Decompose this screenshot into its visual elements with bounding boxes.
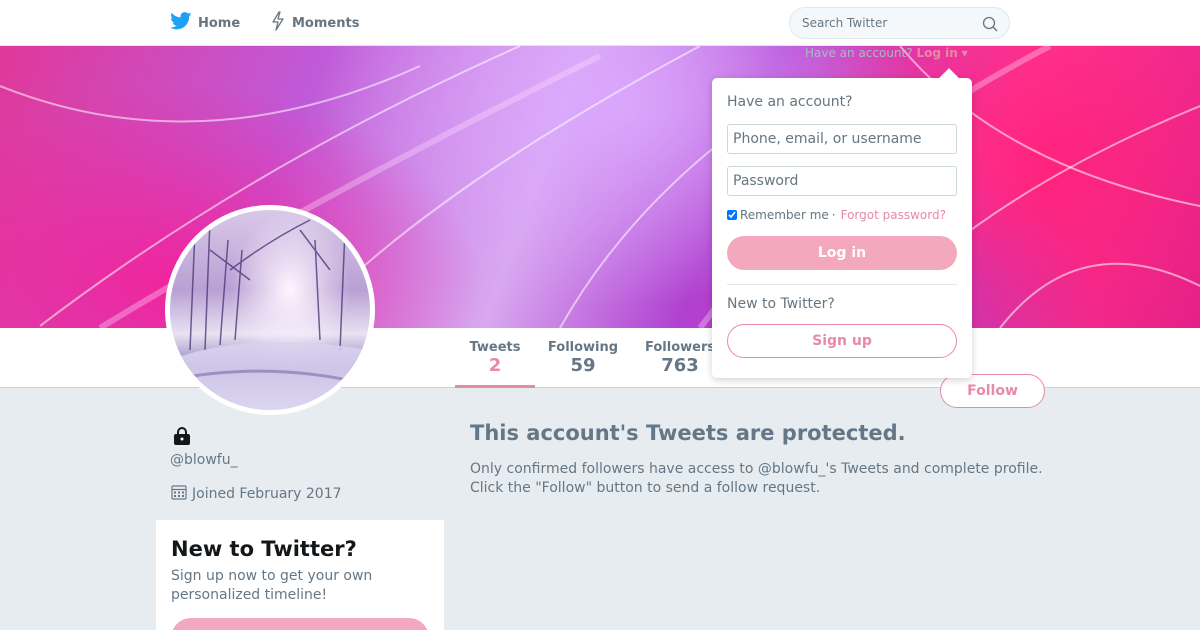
username-field[interactable] [727,124,957,154]
avatar-image [170,210,370,410]
signup-card: New to Twitter? Sign up now to get your … [156,520,444,630]
protected-line-1: Only confirmed followers have access to … [470,461,1043,477]
login-dropdown: Have an account? Remember me · Forgot pa… [712,68,972,378]
stat-following[interactable]: Following 59 [545,340,621,377]
chevron-down-icon: ▾ [961,46,968,60]
search-icon[interactable] [982,16,998,36]
signup-button[interactable]: Sign up [727,324,957,358]
stat-value: 2 [488,355,502,376]
search-box [789,7,1010,39]
stat-followers[interactable]: Followers 763 [645,340,715,377]
separator: · [831,208,836,222]
search-input[interactable] [790,8,970,38]
signup-card-text: Sign up now to get your own personalized… [171,568,373,603]
joined-date: Joined February 2017 [171,484,342,504]
remember-label[interactable]: Remember me [740,208,829,222]
protected-title: This account's Tweets are protected. [470,421,906,445]
lock-icon [172,427,192,449]
password-field[interactable] [727,166,957,196]
new-to-twitter-label: New to Twitter? [727,296,835,312]
joined-text: Joined February 2017 [192,486,342,502]
login-heading: Have an account? [727,94,853,110]
stat-value: 59 [570,355,596,376]
nav-moments-label: Moments [292,15,360,31]
lightning-icon [270,11,286,35]
profile-handle[interactable]: @blowfu_ [170,452,238,468]
signup-card-button[interactable] [171,618,429,630]
nav-moments[interactable]: Moments [270,0,359,46]
login-button[interactable]: Log in [727,236,957,270]
login-toggle[interactable]: Have an account? Log in ▾ [805,46,968,60]
stat-label: Following [547,340,619,355]
protected-line-2: Click the "Follow" button to send a foll… [470,480,821,496]
login-toggle-prompt: Have an account? [805,46,913,60]
login-toggle-link[interactable]: Log in [916,46,957,60]
nav-home-label: Home [198,15,241,31]
top-nav: Home Moments [0,0,1200,46]
avatar[interactable] [165,205,375,415]
stat-tweets[interactable]: Tweets 2 [455,340,535,388]
divider [727,284,957,285]
calendar-icon [171,484,187,504]
remember-row: Remember me · Forgot password? [727,208,946,222]
follow-button[interactable]: Follow [940,374,1045,408]
forgot-password-link[interactable]: Forgot password? [841,208,946,222]
protected-message: Only confirmed followers have access to … [470,460,1070,498]
nav-home[interactable]: Home [170,0,240,46]
remember-checkbox[interactable] [727,210,737,220]
signup-card-title: New to Twitter? [171,537,357,561]
stat-value: 763 [661,355,699,376]
twitter-bird-icon [170,12,192,34]
stat-label: Tweets [469,340,521,355]
stat-label: Followers [645,340,716,355]
